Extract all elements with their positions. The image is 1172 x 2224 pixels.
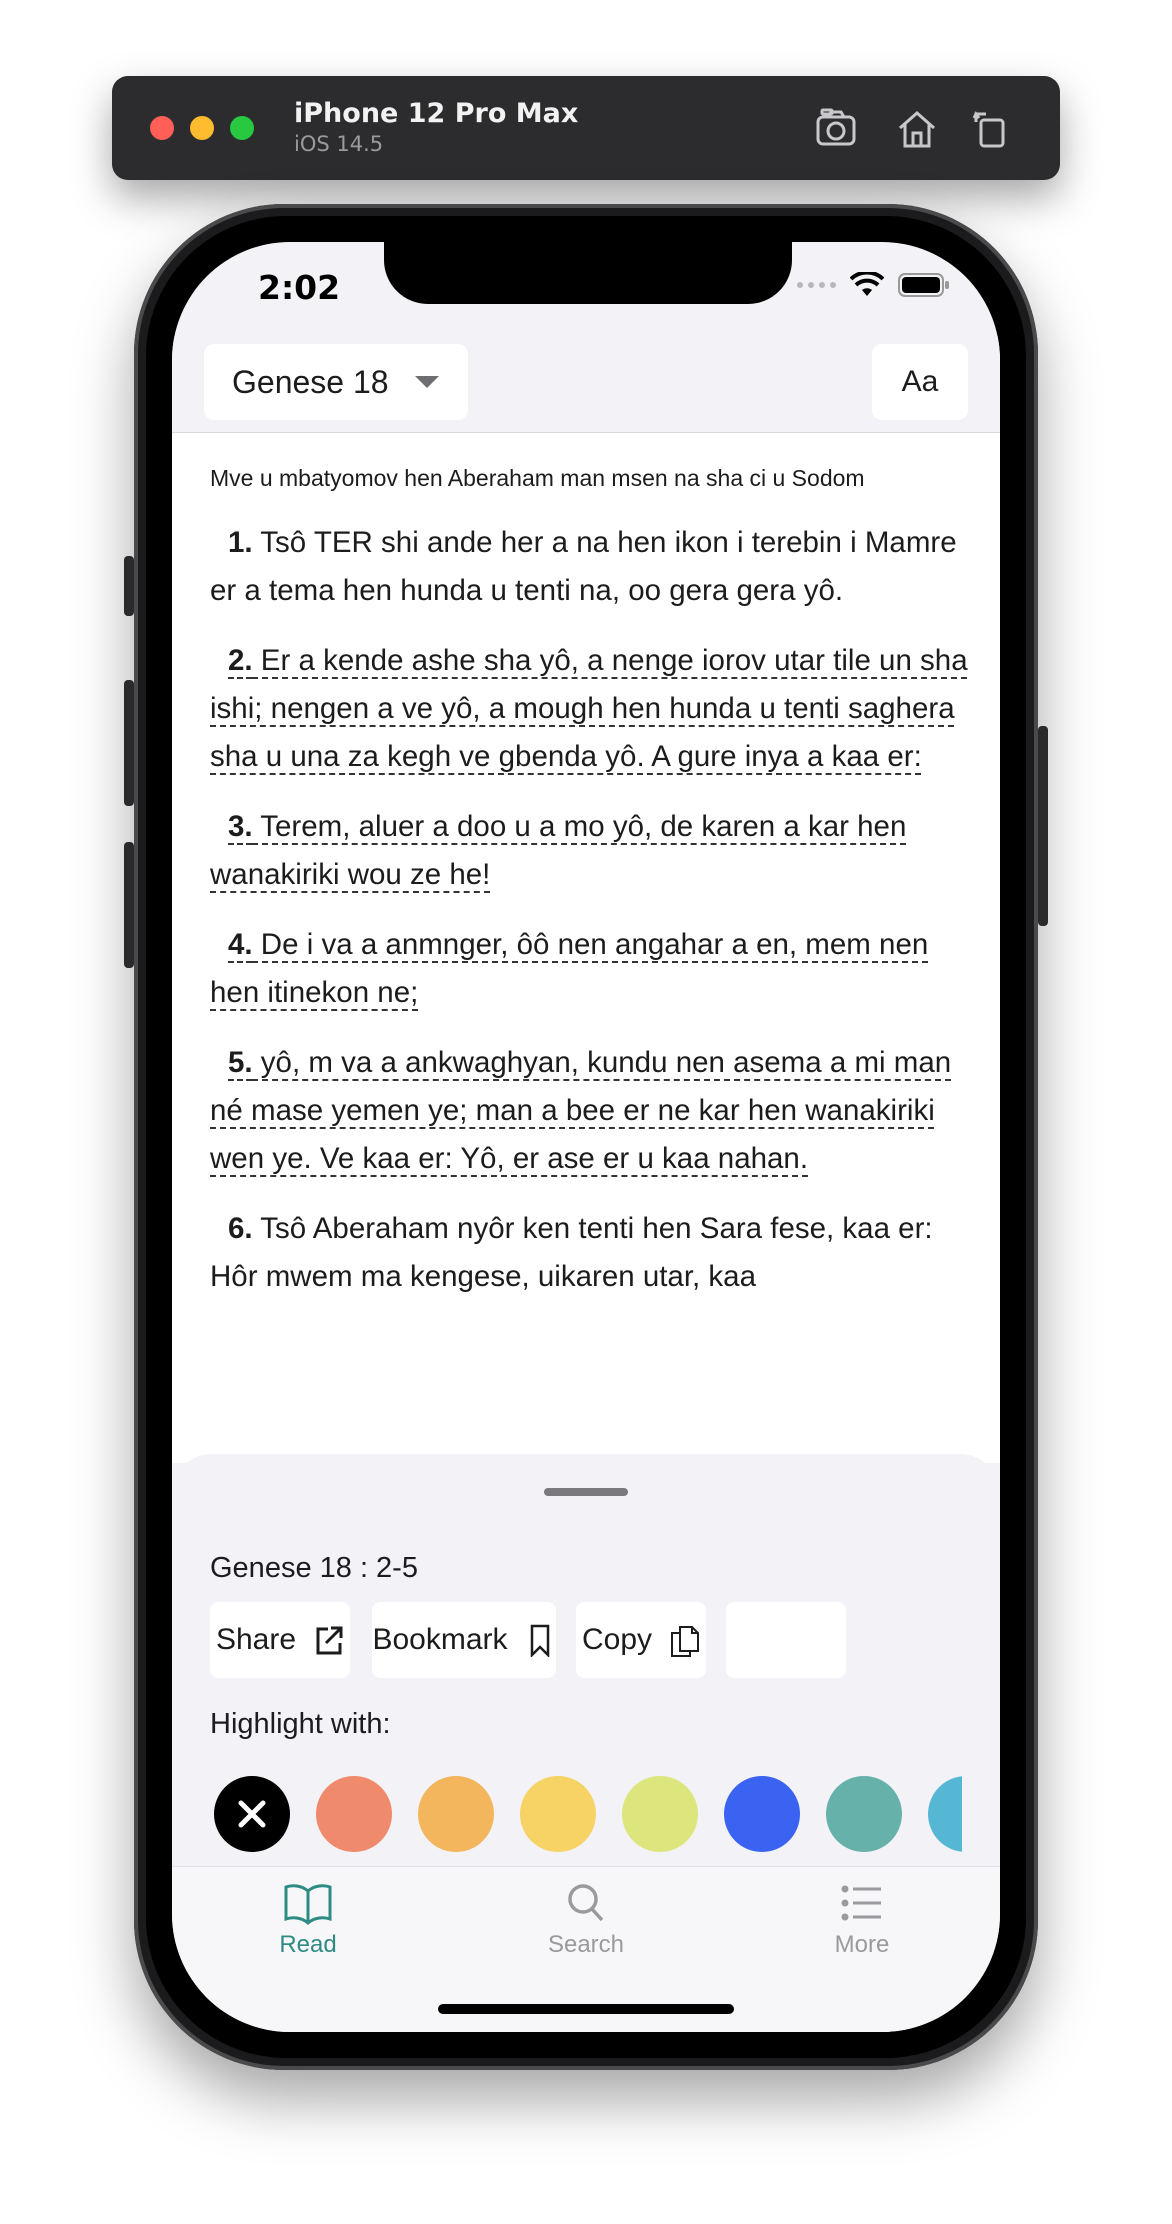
- home-icon[interactable]: [894, 106, 940, 152]
- verse[interactable]: 5. yô, m va a ankwaghyan, kundu nen asem…: [210, 1039, 970, 1183]
- power-button: [1038, 726, 1048, 926]
- verse[interactable]: 2. Er a kende ashe sha yô, a nenge iorov…: [210, 637, 970, 781]
- search-icon: [568, 1884, 604, 1922]
- verse-number: 4.: [228, 928, 253, 961]
- highlight-color-swatch[interactable]: [826, 1776, 902, 1852]
- book-icon: [284, 1884, 332, 1925]
- close-window-button[interactable]: [150, 116, 174, 140]
- highlight-color-swatch[interactable]: [418, 1776, 494, 1852]
- verse-text: yô, m va a ankwaghyan, kundu nen asema a…: [210, 1046, 952, 1175]
- highlight-color-row: [210, 1776, 962, 1856]
- copy-button[interactable]: Copy: [576, 1602, 706, 1678]
- notch: [384, 242, 792, 304]
- action-buttons-row: Share Bookmark Copy: [210, 1602, 962, 1680]
- verse[interactable]: 6. Tsô Aberaham nyôr ken tenti hen Sara …: [210, 1205, 970, 1301]
- highlight-color-swatch[interactable]: [316, 1776, 392, 1852]
- copy-icon: [671, 1626, 700, 1657]
- tab-read[interactable]: Read: [218, 1881, 398, 1959]
- simulator-device-name: iPhone 12 Pro Max: [294, 98, 579, 129]
- verse-number: 3.: [228, 810, 253, 843]
- verse-text: De i va a anmnger, ôô nen angahar a en, …: [210, 928, 929, 1009]
- volume-down-button: [124, 842, 134, 968]
- book-chapter-selector[interactable]: Genese 18: [204, 344, 468, 420]
- tab-more-label: More: [834, 1931, 890, 1958]
- rotate-icon[interactable]: [968, 106, 1014, 152]
- verse-list: 1. Tsô TER shi ande her a na hen ikon i …: [210, 519, 970, 1323]
- verse-number: 5.: [228, 1046, 253, 1079]
- verse[interactable]: 1. Tsô TER shi ande her a na hen ikon i …: [210, 519, 970, 615]
- verse-text: Terem, aluer a doo u a mo yô, de karen a…: [210, 810, 907, 891]
- verse-number: 2.: [228, 644, 253, 677]
- verse-text: Tsô Aberaham nyôr ken tenti hen Sara fes…: [210, 1212, 933, 1293]
- verse-text: Tsô TER shi ande her a na hen ikon i ter…: [210, 526, 957, 607]
- share-button[interactable]: Share: [210, 1602, 350, 1678]
- phone-screen: 2:02 Genese 18 Aa Mve u mbatyomov hen Ab…: [172, 242, 1000, 2032]
- bookmark-label: Bookmark: [372, 1623, 508, 1656]
- share-label: Share: [215, 1623, 297, 1656]
- highlight-color-swatch[interactable]: [622, 1776, 698, 1852]
- simulator-os-version: iOS 14.5: [294, 132, 384, 156]
- mute-switch: [124, 556, 134, 616]
- highlight-color-swatch[interactable]: [724, 1776, 800, 1852]
- battery-icon: [898, 273, 949, 297]
- wifi-icon: [850, 272, 884, 296]
- status-time: 2:02: [258, 268, 341, 307]
- highlight-label: Highlight with:: [210, 1708, 391, 1740]
- font-settings-button[interactable]: Aa: [872, 344, 968, 420]
- highlight-color-swatch[interactable]: [520, 1776, 596, 1852]
- screenshot-icon[interactable]: [814, 106, 860, 152]
- zoom-window-button[interactable]: [230, 116, 254, 140]
- home-indicator: [438, 2004, 734, 2014]
- volume-up-button: [124, 680, 134, 806]
- copy-label: Copy: [581, 1623, 653, 1656]
- verse-actions-sheet: Genese 18 : 2-5 Share Bookmark Copy High…: [172, 1454, 1000, 1866]
- bookmark-button[interactable]: Bookmark: [372, 1602, 556, 1678]
- verse-number: 6.: [228, 1212, 253, 1245]
- bookmark-icon: [530, 1624, 549, 1657]
- sheet-grabber-handle[interactable]: [544, 1488, 628, 1496]
- section-heading: Mve u mbatyomov hen Aberaham man msen na…: [210, 465, 865, 491]
- book-chapter-label: Genese 18: [232, 363, 389, 400]
- highlight-color-swatch[interactable]: [928, 1776, 962, 1852]
- reader-header: Genese 18 Aa: [172, 336, 1000, 433]
- caret-down-icon: [414, 376, 439, 388]
- verse[interactable]: 3. Terem, aluer a doo u a mo yô, de kare…: [210, 803, 970, 899]
- tab-read-label: Read: [279, 1931, 337, 1958]
- verse-number: 1.: [228, 526, 253, 559]
- tab-search-label: Search: [547, 1931, 625, 1958]
- tab-search[interactable]: Search: [496, 1881, 676, 1959]
- share-icon: [316, 1626, 343, 1655]
- list-icon: [841, 1885, 881, 1921]
- verse-text: Er a kende ashe sha yô, a nenge iorov ut…: [210, 644, 968, 773]
- minimize-window-button[interactable]: [190, 116, 214, 140]
- status-icons: [797, 272, 950, 298]
- more-action-button[interactable]: [726, 1602, 846, 1678]
- simulator-title-bar: iPhone 12 Pro Max iOS 14.5: [112, 76, 1060, 180]
- selected-reference: Genese 18 : 2-5: [210, 1552, 418, 1584]
- verse[interactable]: 4. De i va a anmnger, ôô nen angahar a e…: [210, 921, 970, 1017]
- close-icon: [238, 1800, 266, 1828]
- signal-dots-icon: [797, 282, 836, 288]
- clear-highlight-button[interactable]: [214, 1776, 290, 1852]
- tab-more[interactable]: More: [772, 1881, 952, 1959]
- scripture-reader[interactable]: Mve u mbatyomov hen Aberaham man msen na…: [172, 433, 1000, 1463]
